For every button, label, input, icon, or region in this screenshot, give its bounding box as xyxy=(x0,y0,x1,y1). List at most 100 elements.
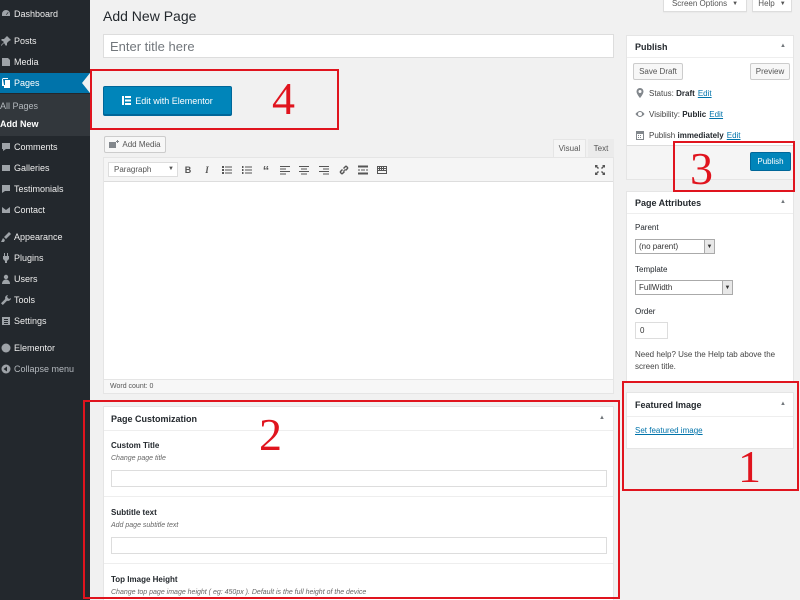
sidebar-item-label: Contact xyxy=(14,205,46,215)
edit-visibility-link[interactable]: Edit xyxy=(709,110,723,119)
annotation-number-4: 4 xyxy=(272,73,295,124)
format-select[interactable]: Paragraph ▼ xyxy=(108,162,178,177)
annotation-number-1: 1 xyxy=(738,441,761,492)
page-attributes-box: Page Attributes ▲ Parent (no parent) ▼ T… xyxy=(626,191,794,382)
annotation-box-2 xyxy=(83,400,620,599)
sidebar-item-label: Settings xyxy=(14,316,47,326)
order-label: Order xyxy=(635,307,656,316)
admin-sidebar: Dashboard Posts Media Pages All Pages Ad… xyxy=(0,0,90,600)
caret-down-icon: ▼ xyxy=(779,0,786,7)
pin-icon xyxy=(0,35,12,47)
italic-icon[interactable]: I xyxy=(200,163,214,177)
sidebar-item-galleries[interactable]: Galleries xyxy=(0,158,90,178)
user-icon xyxy=(0,273,12,285)
schedule-row: Publish immediately Edit xyxy=(635,130,741,140)
caret-down-icon: ▼ xyxy=(732,0,739,7)
bold-icon[interactable]: B xyxy=(181,163,195,177)
sidebar-item-pages[interactable]: Pages xyxy=(0,73,90,93)
sidebar-item-plugins[interactable]: Plugins xyxy=(0,248,90,268)
submenu-add-new[interactable]: Add New xyxy=(0,119,39,129)
divider xyxy=(627,57,793,58)
add-media-label: Add Media xyxy=(122,140,161,149)
parent-label: Parent xyxy=(635,223,659,232)
annotation-number-3: 3 xyxy=(690,143,713,194)
testimonial-icon xyxy=(0,183,12,195)
status-label: Status: xyxy=(649,88,674,98)
screen-options-label: Screen Options xyxy=(671,0,728,8)
order-input[interactable] xyxy=(635,322,668,339)
status-value: Draft xyxy=(676,88,695,98)
blockquote-icon[interactable]: “ xyxy=(259,163,273,178)
sidebar-item-label: Elementor xyxy=(14,343,56,353)
page-title: Add New Page xyxy=(103,8,197,24)
sidebar-item-dashboard[interactable]: Dashboard xyxy=(0,4,90,24)
sidebar-item-label: Plugins xyxy=(14,253,44,263)
sidebar-item-testimonials[interactable]: Testimonials xyxy=(0,179,90,199)
annotation-box-1 xyxy=(622,381,799,491)
parent-select-value: (no parent) xyxy=(639,242,679,251)
sidebar-item-label: Galleries xyxy=(14,163,50,173)
sidebar-item-settings[interactable]: Settings xyxy=(0,311,90,331)
annotation-number-2: 2 xyxy=(259,409,282,460)
toggle-up-icon[interactable]: ▲ xyxy=(780,43,786,49)
sidebar-collapse-menu[interactable]: Collapse menu xyxy=(0,359,90,379)
schedule-value: immediately xyxy=(677,130,724,140)
align-center-icon[interactable] xyxy=(297,163,311,177)
sidebar-item-label: Comments xyxy=(14,142,58,152)
submenu-all-pages[interactable]: All Pages xyxy=(0,101,38,111)
numbered-list-icon[interactable] xyxy=(240,163,254,177)
title-input[interactable] xyxy=(103,34,614,58)
chevron-down-icon: ▼ xyxy=(722,281,732,294)
tab-visual[interactable]: Visual xyxy=(553,139,586,157)
fullscreen-icon[interactable] xyxy=(593,163,607,177)
calendar-icon xyxy=(635,130,645,140)
align-left-icon[interactable] xyxy=(278,163,292,177)
sidebar-item-label: Users xyxy=(14,274,38,284)
toggle-up-icon[interactable]: ▲ xyxy=(780,199,786,205)
edit-status-link[interactable]: Edit xyxy=(698,89,712,98)
brush-icon xyxy=(0,231,12,243)
save-draft-button[interactable]: Save Draft xyxy=(633,63,683,80)
annotation-box-4 xyxy=(90,69,339,130)
sidebar-item-users[interactable]: Users xyxy=(0,269,90,289)
align-right-icon[interactable] xyxy=(317,163,331,177)
sidebar-item-tools[interactable]: Tools xyxy=(0,290,90,310)
edit-schedule-link[interactable]: Edit xyxy=(727,131,741,140)
add-media-button[interactable]: Add Media xyxy=(104,136,166,153)
sidebar-item-contact[interactable]: Contact xyxy=(0,200,90,220)
toolbar-toggle-icon[interactable] xyxy=(375,163,389,177)
visibility-label: Visibility: xyxy=(649,109,680,119)
schedule-label: Publish xyxy=(649,130,676,140)
divider xyxy=(627,213,793,214)
pin-icon xyxy=(635,88,645,98)
sidebar-item-label: Appearance xyxy=(14,232,63,242)
mail-icon xyxy=(0,204,12,216)
sidebar-item-media[interactable]: Media xyxy=(0,52,90,72)
pages-submenu: All Pages Add New xyxy=(0,94,90,136)
elementor-icon xyxy=(0,342,12,354)
sidebar-item-appearance[interactable]: Appearance xyxy=(0,227,90,247)
visibility-value: Public xyxy=(682,109,707,119)
editor-toolbar: Paragraph ▼ B I “ xyxy=(104,158,613,182)
publish-box-title: Publish xyxy=(635,42,668,52)
read-more-icon[interactable] xyxy=(356,163,370,177)
plugin-icon xyxy=(0,252,12,264)
screen-options-button[interactable]: Screen Options ▼ xyxy=(663,0,747,12)
sidebar-item-elementor[interactable]: Elementor xyxy=(0,338,90,358)
template-label: Template xyxy=(635,265,668,274)
pages-icon xyxy=(0,77,12,89)
active-arrow xyxy=(82,73,90,93)
comment-icon xyxy=(0,141,12,153)
parent-select[interactable]: (no parent) ▼ xyxy=(635,239,715,254)
tab-text[interactable]: Text xyxy=(588,139,614,157)
content-editor[interactable]: Paragraph ▼ B I “ Word count: 0 xyxy=(103,157,614,394)
bullet-list-icon[interactable] xyxy=(220,163,234,177)
link-icon[interactable] xyxy=(337,163,351,177)
template-select[interactable]: FullWidth ▼ xyxy=(635,280,733,295)
sidebar-item-comments[interactable]: Comments xyxy=(0,137,90,157)
sidebar-item-label: Collapse menu xyxy=(14,364,75,374)
sidebar-item-posts[interactable]: Posts xyxy=(0,31,90,51)
format-select-value: Paragraph xyxy=(114,165,152,174)
preview-button[interactable]: Preview xyxy=(750,63,790,80)
help-button[interactable]: Help ▼ xyxy=(752,0,792,12)
